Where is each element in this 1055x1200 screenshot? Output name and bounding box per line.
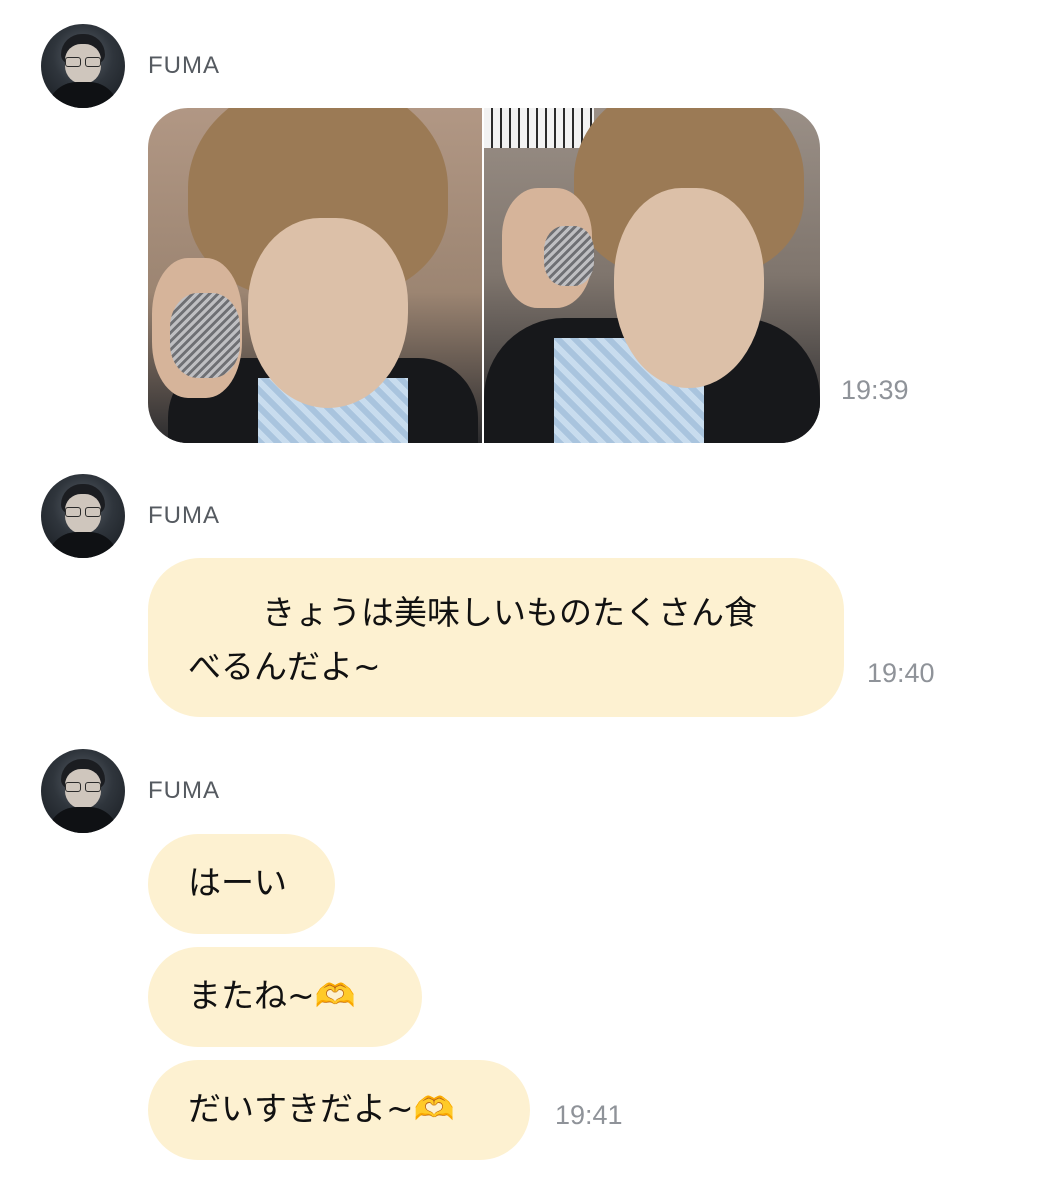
photo-2[interactable] <box>484 108 820 443</box>
message-text: またね~ <box>188 976 315 1015</box>
sender-name: FUMA <box>148 52 220 79</box>
sender-name: FUMA <box>148 777 220 804</box>
photo-1[interactable] <box>148 108 482 443</box>
message-text: だいすきだよ~ <box>188 1089 414 1128</box>
message-line: きょうは美味しいものたくさん食 <box>262 593 757 632</box>
message-bubble[interactable]: またね~🫶 <box>148 947 422 1047</box>
timestamp: 19:39 <box>841 375 909 405</box>
sender-avatar[interactable] <box>41 749 125 833</box>
message-bubble[interactable]: きょうは美味しいものたくさん食 べるんだよ~ <box>148 558 844 717</box>
sender-avatar[interactable] <box>41 474 125 558</box>
message-bubble[interactable]: はーい <box>148 834 335 934</box>
message-bubble[interactable]: だいすきだよ~🫶 <box>148 1060 530 1160</box>
heart-hands-icon: 🫶 <box>314 976 356 1015</box>
sender-name: FUMA <box>148 502 220 529</box>
message-text: はーい <box>188 863 287 902</box>
heart-hands-icon: 🫶 <box>413 1089 455 1128</box>
timestamp: 19:40 <box>867 658 935 688</box>
sender-avatar[interactable] <box>41 24 125 108</box>
timestamp: 19:41 <box>555 1100 623 1130</box>
message-line: べるんだよ~ <box>188 647 381 686</box>
photo-message[interactable] <box>148 108 820 443</box>
